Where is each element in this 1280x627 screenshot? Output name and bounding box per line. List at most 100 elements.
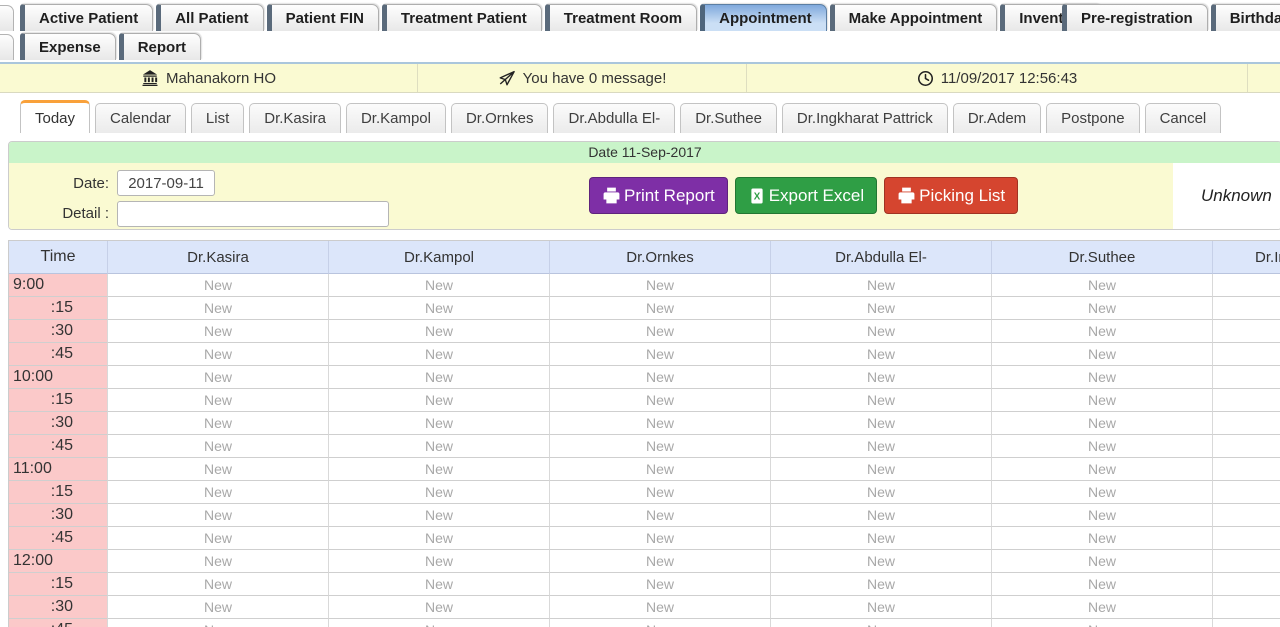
sub-tab-dr-abdulla-el[interactable]: Dr.Abdulla El- xyxy=(553,103,675,133)
main-tab-treatment-patient[interactable]: Treatment Patient xyxy=(382,4,542,31)
appointment-slot-new-dr-suthee[interactable]: New xyxy=(992,596,1213,619)
appointment-slot-new-dr-suthee[interactable]: New xyxy=(992,412,1213,435)
appointment-slot-new-dr-kampol[interactable]: New xyxy=(329,389,550,412)
appointment-slot-new-dr-abdulla-el[interactable]: New xyxy=(771,389,992,412)
main-tab-all-patient[interactable]: All Patient xyxy=(156,4,263,31)
appointment-slot-new-dr-kampol[interactable]: New xyxy=(329,481,550,504)
appointment-slot-new-dr-ingkharat-pattrick[interactable]: New xyxy=(1213,573,1280,596)
appointment-slot-new-dr-suthee[interactable]: New xyxy=(992,435,1213,458)
appointment-slot-new-dr-suthee[interactable]: New xyxy=(992,343,1213,366)
appointment-slot-new-dr-abdulla-el[interactable]: New xyxy=(771,274,992,297)
appointment-slot-new-dr-abdulla-el[interactable]: New xyxy=(771,619,992,627)
appointment-slot-new-dr-suthee[interactable]: New xyxy=(992,297,1213,320)
appointment-slot-new-dr-kampol[interactable]: New xyxy=(329,320,550,343)
sub-tab-list[interactable]: List xyxy=(191,103,244,133)
appointment-slot-new-dr-ornkes[interactable]: New xyxy=(550,320,771,343)
picking-list-button[interactable]: Picking List xyxy=(884,177,1018,214)
appointment-slot-new-dr-abdulla-el[interactable]: New xyxy=(771,527,992,550)
appointment-slot-new-dr-kasira[interactable]: New xyxy=(108,573,329,596)
appointment-slot-new-dr-abdulla-el[interactable]: New xyxy=(771,343,992,366)
appointment-slot-new-dr-ingkharat-pattrick[interactable]: New xyxy=(1213,504,1280,527)
sub-tab-cancel[interactable]: Cancel xyxy=(1145,103,1222,133)
appointment-slot-new-dr-ornkes[interactable]: New xyxy=(550,297,771,320)
appointment-slot-new-dr-kampol[interactable]: New xyxy=(329,504,550,527)
appointment-slot-new-dr-ornkes[interactable]: New xyxy=(550,596,771,619)
appointment-slot-new-dr-ornkes[interactable]: New xyxy=(550,435,771,458)
appointment-slot-new-dr-suthee[interactable]: New xyxy=(992,504,1213,527)
appointment-slot-new-dr-kampol[interactable]: New xyxy=(329,366,550,389)
appointment-slot-new-dr-ornkes[interactable]: New xyxy=(550,343,771,366)
appointment-slot-new-dr-ornkes[interactable]: New xyxy=(550,527,771,550)
appointment-slot-new-dr-ornkes[interactable]: New xyxy=(550,481,771,504)
appointment-slot-new-dr-kasira[interactable]: New xyxy=(108,596,329,619)
main-tab-pre-registration[interactable]: Pre-registration xyxy=(1062,4,1208,31)
appointment-slot-new-dr-abdulla-el[interactable]: New xyxy=(771,412,992,435)
appointment-slot-new-dr-ornkes[interactable]: New xyxy=(550,619,771,627)
appointment-slot-new-dr-kasira[interactable]: New xyxy=(108,320,329,343)
sub-tab-today[interactable]: Today xyxy=(20,100,90,133)
appointment-slot-new-dr-suthee[interactable]: New xyxy=(992,619,1213,627)
appointment-slot-new-dr-ornkes[interactable]: New xyxy=(550,550,771,573)
sub-tab-dr-kasira[interactable]: Dr.Kasira xyxy=(249,103,341,133)
detail-input[interactable] xyxy=(117,201,389,227)
main-tab-patient-fin[interactable]: Patient FIN xyxy=(267,4,379,31)
export-excel-button[interactable]: X Export Excel xyxy=(735,177,877,214)
appointment-slot-new-dr-ingkharat-pattrick[interactable]: New xyxy=(1213,274,1280,297)
appointment-slot-new-dr-ingkharat-pattrick[interactable]: New xyxy=(1213,297,1280,320)
appointment-slot-new-dr-kampol[interactable]: New xyxy=(329,550,550,573)
appointment-slot-new-dr-ingkharat-pattrick[interactable]: New xyxy=(1213,389,1280,412)
appointment-slot-new-dr-abdulla-el[interactable]: New xyxy=(771,573,992,596)
appointment-slot-new-dr-kampol[interactable]: New xyxy=(329,343,550,366)
appointment-slot-new-dr-kasira[interactable]: New xyxy=(108,274,329,297)
appointment-slot-new-dr-ornkes[interactable]: New xyxy=(550,274,771,297)
message-cell[interactable]: You have 0 message! xyxy=(418,64,747,92)
main-tab-report[interactable]: Report xyxy=(119,33,201,60)
appointment-slot-new-dr-abdulla-el[interactable]: New xyxy=(771,481,992,504)
main-tab-appointment[interactable]: Appointment xyxy=(700,4,826,31)
appointment-slot-new-dr-abdulla-el[interactable]: New xyxy=(771,320,992,343)
appointment-slot-new-dr-abdulla-el[interactable]: New xyxy=(771,458,992,481)
appointment-slot-new-dr-kasira[interactable]: New xyxy=(108,343,329,366)
appointment-slot-new-dr-kasira[interactable]: New xyxy=(108,297,329,320)
appointment-slot-new-dr-kasira[interactable]: New xyxy=(108,619,329,627)
main-tab-make-appointment[interactable]: Make Appointment xyxy=(830,4,998,31)
appointment-slot-new-dr-abdulla-el[interactable]: New xyxy=(771,550,992,573)
appointment-slot-new-dr-abdulla-el[interactable]: New xyxy=(771,297,992,320)
appointment-slot-new-dr-kasira[interactable]: New xyxy=(108,435,329,458)
date-input[interactable] xyxy=(117,170,215,196)
appointment-slot-new-dr-suthee[interactable]: New xyxy=(992,274,1213,297)
appointment-slot-new-dr-ingkharat-pattrick[interactable]: New xyxy=(1213,481,1280,504)
appointment-slot-new-dr-kasira[interactable]: New xyxy=(108,458,329,481)
appointment-slot-new-dr-abdulla-el[interactable]: New xyxy=(771,435,992,458)
appointment-slot-new-dr-ornkes[interactable]: New xyxy=(550,504,771,527)
appointment-slot-new-dr-kampol[interactable]: New xyxy=(329,412,550,435)
appointment-slot-new-dr-ingkharat-pattrick[interactable]: New xyxy=(1213,596,1280,619)
sub-tab-postpone[interactable]: Postpone xyxy=(1046,103,1139,133)
appointment-slot-new-dr-ornkes[interactable]: New xyxy=(550,412,771,435)
appointment-slot-new-dr-abdulla-el[interactable]: New xyxy=(771,596,992,619)
appointment-slot-new-dr-suthee[interactable]: New xyxy=(992,320,1213,343)
appointment-slot-new-dr-kampol[interactable]: New xyxy=(329,297,550,320)
main-tab-birthday[interactable]: Birthday xyxy=(1211,4,1280,31)
sub-tab-dr-suthee[interactable]: Dr.Suthee xyxy=(680,103,777,133)
appointment-slot-new-dr-ingkharat-pattrick[interactable]: New xyxy=(1213,527,1280,550)
sub-tab-dr-ingkharat-pattrick[interactable]: Dr.Ingkharat Pattrick xyxy=(782,103,948,133)
appointment-slot-new-dr-kasira[interactable]: New xyxy=(108,527,329,550)
appointment-slot-new-dr-kampol[interactable]: New xyxy=(329,435,550,458)
main-tab-expense[interactable]: Expense xyxy=(20,33,116,60)
appointment-slot-new-dr-ornkes[interactable]: New xyxy=(550,389,771,412)
appointment-slot-new-dr-ingkharat-pattrick[interactable]: New xyxy=(1213,435,1280,458)
appointment-slot-new-dr-kampol[interactable]: New xyxy=(329,527,550,550)
appointment-slot-new-dr-ingkharat-pattrick[interactable]: New xyxy=(1213,366,1280,389)
appointment-slot-new-dr-suthee[interactable]: New xyxy=(992,389,1213,412)
appointment-slot-new-dr-abdulla-el[interactable]: New xyxy=(771,366,992,389)
appointment-slot-new-dr-kampol[interactable]: New xyxy=(329,573,550,596)
appointment-slot-new-dr-ingkharat-pattrick[interactable]: New xyxy=(1213,619,1280,627)
appointment-slot-new-dr-kasira[interactable]: New xyxy=(108,504,329,527)
sub-tab-calendar[interactable]: Calendar xyxy=(95,103,186,133)
appointment-slot-new-dr-suthee[interactable]: New xyxy=(992,527,1213,550)
main-tab-treatment-room[interactable]: Treatment Room xyxy=(545,4,697,31)
appointment-slot-new-dr-kampol[interactable]: New xyxy=(329,596,550,619)
appointment-slot-new-dr-suthee[interactable]: New xyxy=(992,458,1213,481)
appointment-slot-new-dr-suthee[interactable]: New xyxy=(992,550,1213,573)
